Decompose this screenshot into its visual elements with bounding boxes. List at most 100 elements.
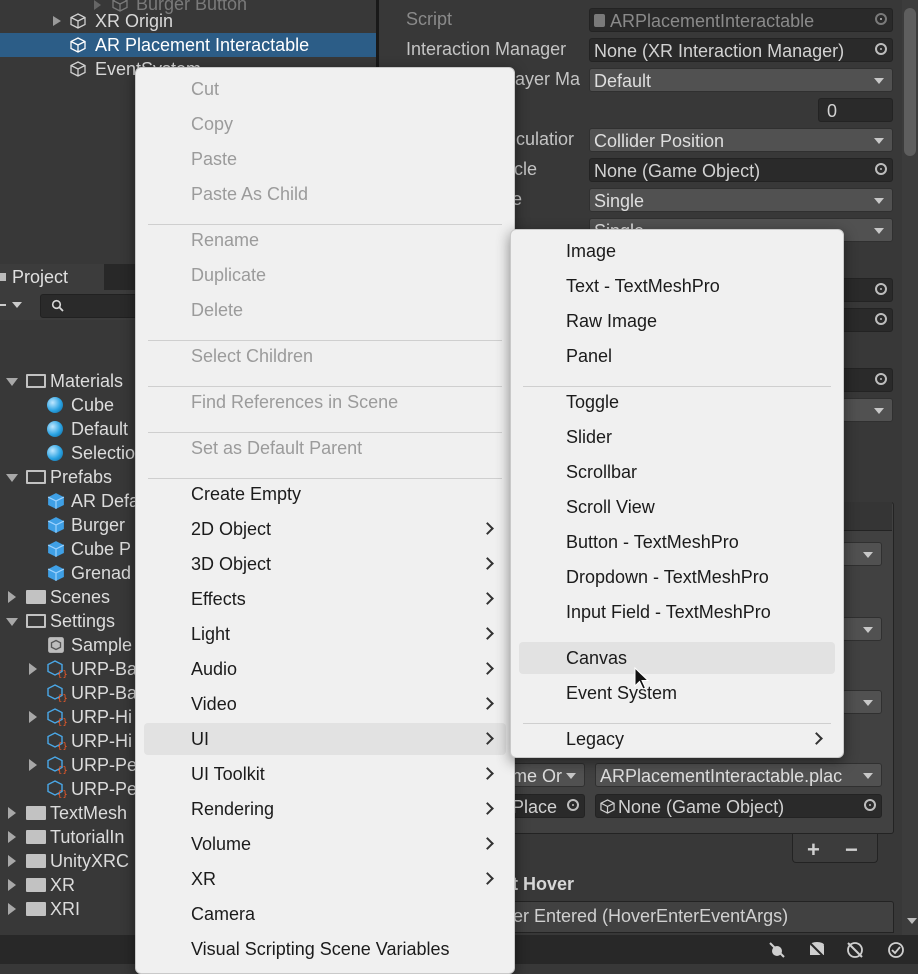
chevron-down-icon [863, 552, 873, 558]
chevron-right-icon [481, 697, 494, 710]
expand-arrow-icon[interactable] [8, 855, 16, 867]
menu-item-rendering[interactable]: Rendering [144, 793, 506, 825]
menu-item-input-field-textmeshpro[interactable]: Input Field - TextMeshPro [519, 596, 835, 628]
menu-item-label: Text - TextMeshPro [566, 276, 720, 296]
object-field-partial[interactable] [842, 368, 893, 392]
scroll-down-arrow-icon[interactable] [907, 918, 917, 924]
network-off-icon[interactable] [846, 941, 864, 959]
object-picker-icon[interactable] [567, 799, 579, 811]
expand-arrow-icon[interactable] [8, 807, 16, 819]
menu-item-volume[interactable]: Volume [144, 828, 506, 860]
menu-item-ui[interactable]: UI [144, 723, 506, 755]
dropdown-partial[interactable] [842, 542, 882, 566]
expand-arrow-icon[interactable] [29, 711, 37, 723]
object-field-partial[interactable] [842, 278, 893, 302]
menu-item-light[interactable]: Light [144, 618, 506, 650]
menu-item-raw-image[interactable]: Raw Image [519, 305, 835, 337]
menu-item-toggle[interactable]: Toggle [519, 386, 835, 418]
event-target-field[interactable]: None (Game Object) [595, 794, 882, 818]
menu-item-create-empty[interactable]: Create Empty [144, 478, 506, 510]
project-tree-item-label: Scenes [50, 587, 111, 607]
debug-bug-icon[interactable] [768, 941, 786, 959]
menu-item-ui-toolkit[interactable]: UI Toolkit [144, 758, 506, 790]
menu-item-text-textmeshpro[interactable]: Text - TextMeshPro [519, 270, 835, 302]
expand-arrow-icon[interactable] [8, 831, 16, 843]
create-dropdown-icon[interactable] [12, 302, 22, 308]
object-field-partial[interactable] [842, 308, 893, 332]
object-picker-icon[interactable] [875, 373, 887, 385]
menu-item-panel[interactable]: Panel [519, 340, 835, 372]
game-object-field[interactable]: None (Game Object) [589, 158, 893, 182]
chevron-right-icon [481, 802, 494, 815]
project-tree-item-label: Selection [71, 443, 146, 463]
dropdown-partial[interactable] [842, 617, 882, 641]
cache-server-icon[interactable] [808, 941, 826, 959]
check-circle-icon[interactable] [887, 941, 905, 959]
collapse-arrow-icon[interactable] [6, 618, 18, 626]
inspector-scrollbar-thumb[interactable] [904, 8, 916, 156]
project-search-input[interactable] [40, 294, 142, 318]
menu-item-label: Canvas [566, 648, 628, 668]
distance-calculation-dropdown[interactable]: Collider Position [589, 128, 893, 152]
interaction-manager-field[interactable]: None (XR Interaction Manager) [589, 38, 893, 62]
menu-item-scroll-view[interactable]: Scroll View [519, 491, 835, 523]
project-tree-item-label: Grenad [71, 563, 132, 583]
menu-item-camera[interactable]: Camera [144, 898, 506, 930]
project-tree-item-label: URP-Pe [71, 755, 138, 775]
folder-open-icon [26, 374, 46, 388]
menu-item-label: Find References in Scene [191, 392, 399, 412]
object-picker-icon[interactable] [875, 283, 887, 295]
menu-item-3d-object[interactable]: 3D Object [144, 548, 506, 580]
object-picker-icon[interactable] [864, 799, 876, 811]
menu-item-xr[interactable]: XR [144, 863, 506, 895]
dropdown-partial[interactable] [842, 690, 882, 714]
object-picker-icon[interactable] [875, 163, 887, 175]
event-object-field[interactable]: Place [505, 794, 585, 818]
menu-item-label: Toggle [566, 392, 620, 412]
select-mode-dropdown[interactable]: Single [589, 188, 893, 212]
expand-arrow-icon[interactable] [29, 759, 37, 771]
layer-mask-dropdown[interactable]: Default [589, 68, 893, 92]
project-tree-item-label: Burger [71, 515, 126, 535]
menu-item-audio[interactable]: Audio [144, 653, 506, 685]
menu-item-label: Event System [566, 683, 678, 703]
menu-item-event-system[interactable]: Event System [519, 677, 835, 709]
menu-item-effects[interactable]: Effects [144, 583, 506, 615]
menu-item-scrollbar[interactable]: Scrollbar [519, 456, 835, 488]
chevron-down-icon [874, 408, 884, 414]
dropdown-partial[interactable] [842, 398, 893, 422]
number-field[interactable]: 0 [818, 98, 893, 122]
create-menu-dash[interactable] [0, 304, 6, 306]
menu-item-label: Button - TextMeshPro [566, 532, 739, 552]
menu-item-canvas[interactable]: Canvas [519, 642, 835, 674]
menu-item-visual-scripting-scene-variables[interactable]: Visual Scripting Scene Variables [144, 933, 506, 965]
collapse-arrow-icon[interactable] [6, 474, 18, 482]
collapse-arrow-icon[interactable] [6, 378, 18, 386]
menu-item-dropdown-textmeshpro[interactable]: Dropdown - TextMeshPro [519, 561, 835, 593]
hierarchy-item-xr-origin[interactable]: XR Origin [0, 9, 376, 33]
expand-arrow-icon[interactable] [8, 879, 16, 891]
expand-arrow-icon[interactable] [53, 16, 61, 26]
object-picker-icon[interactable] [875, 313, 887, 325]
add-listener-button[interactable]: + [807, 837, 820, 863]
expand-arrow-icon[interactable] [8, 591, 16, 603]
expand-arrow-icon[interactable] [29, 663, 37, 675]
expand-arrow-icon[interactable] [8, 903, 16, 915]
remove-listener-button[interactable]: − [845, 837, 858, 863]
menu-item-label: Duplicate [191, 265, 267, 285]
event-function-dropdown[interactable]: ARPlacementInteractable.plac [595, 763, 882, 787]
hierarchy-item-ar-placement-interactable[interactable]: AR Placement Interactable [0, 33, 376, 57]
render-pipeline-asset-icon: {} [47, 780, 67, 798]
chevron-right-icon [481, 767, 494, 780]
menu-item-slider[interactable]: Slider [519, 421, 835, 453]
menu-item-video[interactable]: Video [144, 688, 506, 720]
object-picker-icon[interactable] [875, 43, 887, 55]
menu-item-image[interactable]: Image [519, 235, 835, 267]
menu-item-label: Scroll View [566, 497, 655, 517]
menu-item-2d-object[interactable]: 2D Object [144, 513, 506, 545]
chevron-down-icon [863, 773, 873, 779]
event-runtime-dropdown[interactable]: me Or [505, 763, 585, 787]
menu-item-legacy[interactable]: Legacy [519, 723, 835, 755]
tab-project[interactable]: Project [0, 264, 104, 290]
menu-item-button-textmeshpro[interactable]: Button - TextMeshPro [519, 526, 835, 558]
